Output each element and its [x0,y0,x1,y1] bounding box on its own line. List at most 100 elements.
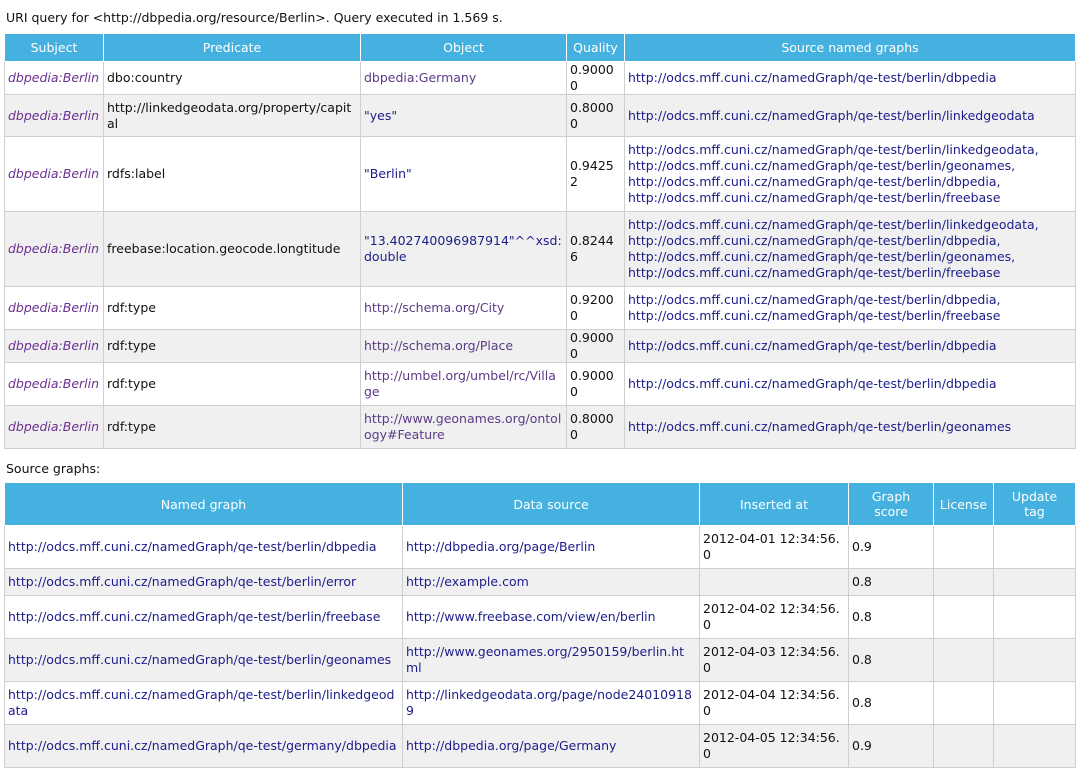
predicate-cell: rdf:type [103,405,361,449]
source-named-graphs-cell: http://odcs.mff.cuni.cz/namedGraph/qe-te… [624,405,1076,449]
source-graph-link[interactable]: http://odcs.mff.cuni.cz/namedGraph/qe-te… [628,217,1072,233]
predicate-cell: http://linkedgeodata.org/property/capita… [103,94,361,137]
quality-value: 0.94252 [566,136,625,212]
object-link[interactable]: http://www.geonames.org/ontology#Feature [360,405,567,449]
inserted-at-value: 2012-04-01 12:34:56.0 [699,525,849,569]
graph-score-value: 0.8 [848,681,934,725]
predicate-cell: rdf:type [103,362,361,406]
source-graph-link[interactable]: http://odcs.mff.cuni.cz/namedGraph/qe-te… [628,376,1072,392]
source-graph-link[interactable]: http://odcs.mff.cuni.cz/namedGraph/qe-te… [628,233,1072,249]
subject-link[interactable]: dbpedia:Berlin [4,286,104,330]
source-graph-link[interactable]: http://odcs.mff.cuni.cz/namedGraph/qe-te… [628,338,1072,354]
source-named-graphs-cell: http://odcs.mff.cuni.cz/namedGraph/qe-te… [624,136,1076,212]
update-tag-cell [993,638,1076,682]
table-row: http://odcs.mff.cuni.cz/namedGraph/qe-te… [4,638,1076,682]
col-predicate: Predicate [103,33,361,62]
object-literal: "13.402740096987914"^^xsd:double [360,211,567,287]
source-graph-link[interactable]: http://odcs.mff.cuni.cz/namedGraph/qe-te… [628,292,1072,308]
graph-score-value: 0.8 [848,568,934,596]
source-graph-link[interactable]: http://odcs.mff.cuni.cz/namedGraph/qe-te… [628,419,1072,435]
table-row: dbpedia:Berlin rdf:type http://schema.org/… [4,329,1076,363]
object-literal: "Berlin" [360,136,567,212]
source-graph-link[interactable]: http://odcs.mff.cuni.cz/namedGraph/qe-te… [628,142,1072,158]
table-row: dbpedia:Berlin dbo:country dbpedia:Germany… [4,61,1076,95]
source-graph-link[interactable]: http://odcs.mff.cuni.cz/namedGraph/qe-te… [628,265,1072,281]
quads-table: Subject Predicate Object Quality Source … [4,33,1076,449]
named-graph-link[interactable]: http://odcs.mff.cuni.cz/namedGraph/qe-te… [4,638,403,682]
subject-link[interactable]: dbpedia:Berlin [4,136,104,212]
quality-value: 0.80000 [566,405,625,449]
update-tag-cell [993,525,1076,569]
col-named-graph: Named graph [4,482,403,526]
object-link[interactable]: dbpedia:Germany [360,61,567,95]
source-graph-link[interactable]: http://odcs.mff.cuni.cz/namedGraph/qe-te… [628,174,1072,190]
data-source-link[interactable]: http://www.freebase.com/view/en/berlin [402,595,700,639]
predicate-cell: rdf:type [103,286,361,330]
table-row: http://odcs.mff.cuni.cz/namedGraph/qe-te… [4,724,1076,768]
col-update-tag: Update tag [993,482,1076,526]
subject-link[interactable]: dbpedia:Berlin [4,211,104,287]
col-quality: Quality [566,33,625,62]
named-graph-link[interactable]: http://odcs.mff.cuni.cz/namedGraph/qe-te… [4,681,403,725]
predicate-cell: freebase:location.geocode.longtitude [103,211,361,287]
table-row: dbpedia:Berlin http://linkedgeodata.org/p… [4,94,1076,137]
data-source-link[interactable]: http://www.geonames.org/2950159/berlin.h… [402,638,700,682]
table-row: dbpedia:Berlin rdf:type http://umbel.org/u… [4,362,1076,406]
table-row: http://odcs.mff.cuni.cz/namedGraph/qe-te… [4,681,1076,725]
update-tag-cell [993,681,1076,725]
source-named-graphs-cell: http://odcs.mff.cuni.cz/namedGraph/qe-te… [624,61,1076,95]
source-graph-link[interactable]: http://odcs.mff.cuni.cz/namedGraph/qe-te… [628,158,1072,174]
update-tag-cell [993,724,1076,768]
source-graph-link[interactable]: http://odcs.mff.cuni.cz/namedGraph/qe-te… [628,70,1072,86]
subject-link[interactable]: dbpedia:Berlin [4,61,104,95]
table-row: http://odcs.mff.cuni.cz/namedGraph/qe-te… [4,568,1076,596]
named-graph-link[interactable]: http://odcs.mff.cuni.cz/namedGraph/qe-te… [4,568,403,596]
source-graph-link[interactable]: http://odcs.mff.cuni.cz/namedGraph/qe-te… [628,308,1072,324]
data-source-link[interactable]: http://linkedgeodata.org/page/node240109… [402,681,700,725]
object-link[interactable]: http://schema.org/Place [360,329,567,363]
license-cell [933,638,994,682]
source-graph-link[interactable]: http://odcs.mff.cuni.cz/namedGraph/qe-te… [628,249,1072,265]
table-row: dbpedia:Berlin freebase:location.geocode.… [4,211,1076,287]
data-source-link[interactable]: http://dbpedia.org/page/Berlin [402,525,700,569]
license-cell [933,568,994,596]
table-row: dbpedia:Berlin rdf:type http://www.geoname… [4,405,1076,449]
table-row: dbpedia:Berlin rdf:type http://schema.org/… [4,286,1076,330]
source-graphs-caption: Source graphs: [6,461,101,476]
update-tag-cell [993,595,1076,639]
col-license: License [933,482,994,526]
named-graph-link[interactable]: http://odcs.mff.cuni.cz/namedGraph/qe-te… [4,724,403,768]
graphs-table: Named graph Data source Inserted at Grap… [4,482,1076,768]
source-named-graphs-cell: http://odcs.mff.cuni.cz/namedGraph/qe-te… [624,329,1076,363]
object-link[interactable]: http://schema.org/City [360,286,567,330]
subject-link[interactable]: dbpedia:Berlin [4,94,104,137]
col-data-source: Data source [402,482,700,526]
source-graph-link[interactable]: http://odcs.mff.cuni.cz/namedGraph/qe-te… [628,190,1072,206]
inserted-at-value: 2012-04-02 12:34:56.0 [699,595,849,639]
graph-score-value: 0.9 [848,724,934,768]
predicate-cell: dbo:country [103,61,361,95]
inserted-at-value: 2012-04-04 12:34:56.0 [699,681,849,725]
graph-score-value: 0.8 [848,595,934,639]
quality-value: 0.90000 [566,61,625,95]
subject-link[interactable]: dbpedia:Berlin [4,362,104,406]
quality-value: 0.92000 [566,286,625,330]
named-graph-link[interactable]: http://odcs.mff.cuni.cz/namedGraph/qe-te… [4,525,403,569]
object-link[interactable]: http://umbel.org/umbel/rc/Village [360,362,567,406]
quality-value: 0.82446 [566,211,625,287]
license-cell [933,525,994,569]
data-source-link[interactable]: http://dbpedia.org/page/Germany [402,724,700,768]
source-graph-link[interactable]: http://odcs.mff.cuni.cz/namedGraph/qe-te… [628,108,1072,124]
data-source-link[interactable]: http://example.com [402,568,700,596]
license-cell [933,724,994,768]
graphs-header-row: Named graph Data source Inserted at Grap… [4,482,1076,526]
col-object: Object [360,33,567,62]
subject-link[interactable]: dbpedia:Berlin [4,405,104,449]
inserted-at-value: 2012-04-03 12:34:56.0 [699,638,849,682]
source-named-graphs-cell: http://odcs.mff.cuni.cz/namedGraph/qe-te… [624,362,1076,406]
named-graph-link[interactable]: http://odcs.mff.cuni.cz/namedGraph/qe-te… [4,595,403,639]
col-graph-score: Graph score [848,482,934,526]
table-row: http://odcs.mff.cuni.cz/namedGraph/qe-te… [4,595,1076,639]
table-row: http://odcs.mff.cuni.cz/namedGraph/qe-te… [4,525,1076,569]
subject-link[interactable]: dbpedia:Berlin [4,329,104,363]
